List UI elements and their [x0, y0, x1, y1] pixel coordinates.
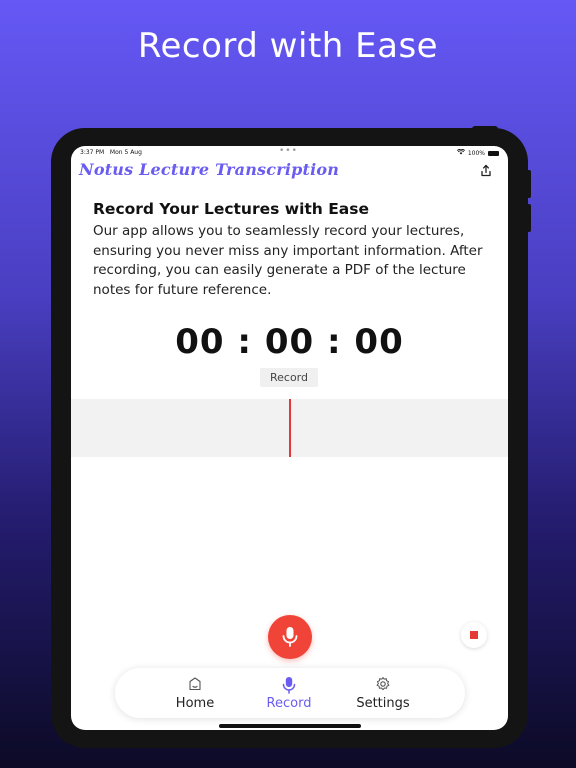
status-time-text: 3:37 PM	[80, 149, 105, 156]
section-title: Record Your Lectures with Ease	[93, 200, 370, 218]
recording-timer: 00 : 00 : 00	[175, 322, 404, 362]
status-bar: 3:37 PM Mon 5 Aug ••• 100%	[71, 146, 508, 158]
app-title: Notus Lecture Transcription	[79, 160, 340, 179]
status-date-text: Mon 5 Aug	[109, 149, 142, 156]
record-status-label: Record	[260, 368, 318, 387]
tab-record[interactable]: Record	[244, 668, 334, 718]
wifi-icon	[456, 148, 465, 157]
headline: Record with Ease	[137, 26, 439, 66]
battery-icon	[488, 150, 499, 156]
description-text: Our app allows you to seamlessly record …	[93, 223, 483, 298]
mic-icon	[282, 677, 296, 694]
waveform-area	[71, 399, 508, 457]
status-time: 3:37 PM Mon 5 Aug	[80, 149, 142, 156]
playhead-line	[289, 399, 291, 457]
record-button[interactable]	[268, 615, 312, 659]
home-indicator[interactable]	[219, 724, 361, 728]
tab-settings-label: Settings	[356, 696, 410, 711]
stop-icon	[470, 631, 478, 639]
tab-record-label: Record	[266, 696, 312, 711]
tab-bar: Home Record Settings	[115, 668, 465, 718]
stop-button[interactable]	[461, 622, 487, 648]
home-icon	[189, 677, 201, 691]
tab-home[interactable]: Home	[150, 668, 240, 718]
status-indicators: 100%	[456, 148, 499, 157]
multitasking-dots-icon[interactable]: •••	[279, 146, 298, 156]
gear-icon	[376, 677, 390, 691]
tab-settings[interactable]: Settings	[338, 668, 428, 718]
app-screen: 3:37 PM Mon 5 Aug ••• 100% Notus Lecture…	[71, 146, 508, 730]
tab-home-label: Home	[175, 696, 215, 711]
battery-percentage: 100%	[467, 149, 485, 157]
share-icon[interactable]	[479, 164, 493, 178]
mic-icon	[282, 627, 298, 647]
